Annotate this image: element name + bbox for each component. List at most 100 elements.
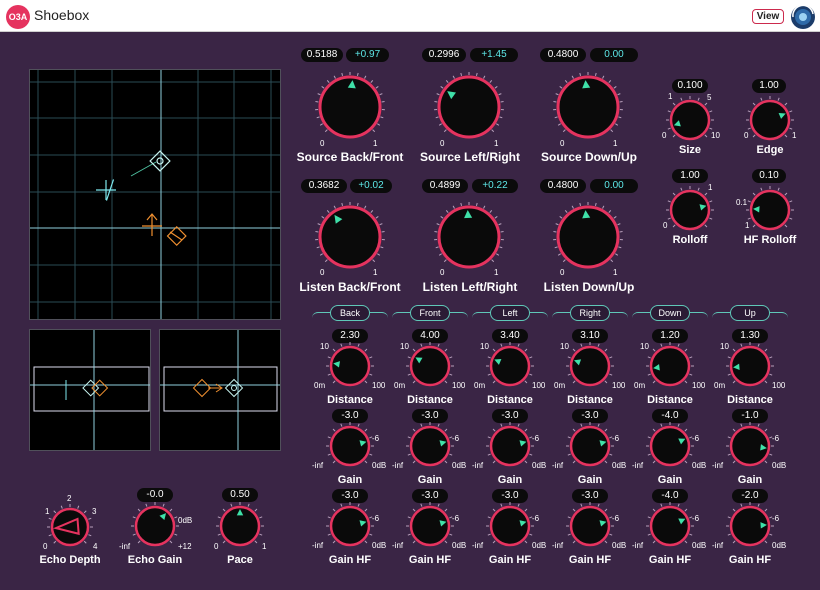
gain-knob-up[interactable] [724,420,776,477]
hf-rolloff-value[interactable]: 0.10 [752,169,786,183]
gain-knob-left[interactable] [484,420,536,477]
distance-tick-100-up: 100 [772,381,786,390]
gain-tick-6-front: -6 [452,434,460,443]
gain-hf-label-front: Gain HF [408,554,452,566]
distance-tick-10-up: 10 [720,342,729,351]
gain-tick-0db-front: 0dB [452,461,467,470]
listen-down-up-offset[interactable]: 0.00 [590,179,638,193]
front-view-panel[interactable] [159,329,281,451]
distance-tick-100-down: 100 [692,381,706,390]
source-back-front-min: 0 [320,139,325,148]
distance-knob-left[interactable] [484,340,536,397]
pace-tick-0: 0 [214,542,219,551]
gain-tick-inf-right: -inf [552,461,564,470]
distance-tick-100-front: 100 [452,381,466,390]
gain-label-back: Gain [337,474,363,486]
distance-knob-back[interactable] [324,340,376,397]
swirl-logo-icon [791,4,815,29]
distance-tick-10-back: 10 [320,342,329,351]
gain-hf-tick-0db-back: 0dB [372,541,387,550]
gain-knob-down[interactable] [644,420,696,477]
distance-knob-front[interactable] [404,340,456,397]
echo-depth-knob[interactable] [45,502,95,557]
source-down-up-knob[interactable] [551,70,625,149]
band-button-left[interactable]: Left [490,305,530,321]
listen-left-right-value[interactable]: 0.4899 [422,179,468,193]
gain-tick-inf-down: -inf [632,461,644,470]
gain-knob-front[interactable] [404,420,456,477]
gain-hf-tick-inf-down: -inf [632,541,644,550]
echo-depth-label: Echo Depth [39,554,101,566]
gain-label-left: Gain [497,474,523,486]
rolloff-tick-0: 0 [663,221,668,230]
source-down-up-value[interactable]: 0.4800 [540,48,586,62]
source-back-front-offset[interactable]: +0.97 [346,48,389,62]
band-button-front[interactable]: Front [410,305,450,321]
pace-knob[interactable] [214,500,266,557]
rolloff-value[interactable]: 1.00 [672,169,708,183]
echo-gain-tick-12: +12 [178,542,192,551]
gain-hf-knob-right[interactable] [564,500,616,557]
gain-hf-knob-back[interactable] [324,500,376,557]
gain-hf-label-left: Gain HF [488,554,532,566]
distance-label-right: Distance [567,394,613,406]
distance-label-up: Distance [727,394,773,406]
source-down-up-offset[interactable]: 0.00 [590,48,638,62]
view-button[interactable]: View [752,9,784,24]
listen-back-front-value[interactable]: 0.3682 [301,179,347,193]
top-view-panel[interactable] [29,69,281,320]
distance-label-back: Distance [327,394,373,406]
echo-gain-tick-0db: 0dB [178,516,193,525]
gain-hf-tick-6-back: -6 [372,514,380,523]
distance-knob-right[interactable] [564,340,616,397]
listen-down-up-value[interactable]: 0.4800 [540,179,586,193]
gain-hf-knob-front[interactable] [404,500,456,557]
echo-depth-tick-2: 2 [67,494,72,503]
edge-label: Edge [756,144,784,156]
side-view-drawing [30,330,150,450]
gain-tick-0db-back: 0dB [372,461,387,470]
size-tick-10: 10 [711,131,720,140]
source-left-right-knob[interactable] [432,70,506,149]
listen-left-right-label: Listen Left/Right [422,280,518,294]
band-button-back[interactable]: Back [330,305,370,321]
gain-knob-back[interactable] [324,420,376,477]
size-knob[interactable] [664,94,716,151]
listen-left-right-offset[interactable]: +0.22 [472,179,518,193]
source-diamond-cyan [149,150,171,172]
source-left-right-offset[interactable]: +1.45 [470,48,518,62]
edge-value[interactable]: 1.00 [752,79,786,93]
gain-tick-inf-front: -inf [392,461,404,470]
distance-tick-0m-back: 0m [314,381,326,390]
side-view-panel[interactable] [29,329,151,451]
source-left-right-value[interactable]: 0.2996 [422,48,466,62]
hf-rolloff-knob[interactable] [744,184,796,241]
gain-hf-tick-6-up: -6 [772,514,780,523]
rolloff-knob[interactable] [664,184,716,241]
band-button-right[interactable]: Right [570,305,610,321]
distance-knob-down[interactable] [644,340,696,397]
band-button-up[interactable]: Up [730,305,770,321]
size-value[interactable]: 0.100 [672,79,708,93]
band-button-down[interactable]: Down [650,305,690,321]
gain-hf-knob-up[interactable] [724,500,776,557]
distance-label-front: Distance [407,394,453,406]
edge-knob[interactable] [744,94,796,151]
echo-gain-knob[interactable] [129,500,181,557]
distance-knob-up[interactable] [724,340,776,397]
distance-tick-100-right: 100 [612,381,626,390]
gain-hf-label-back: Gain HF [328,554,372,566]
gain-hf-tick-inf-back: -inf [312,541,324,550]
source-back-front-knob[interactable] [313,70,387,149]
source-back-front-value[interactable]: 0.5188 [301,48,343,62]
gain-hf-knob-down[interactable] [644,500,696,557]
gain-hf-knob-left[interactable] [484,500,536,557]
listen-back-front-offset[interactable]: +0.02 [350,179,392,193]
gain-hf-label-up: Gain HF [728,554,772,566]
edge-tick-0: 0 [744,131,749,140]
distance-tick-100-left: 100 [532,381,546,390]
distance-tick-10-left: 10 [480,342,489,351]
rolloff-tick-1: 1 [708,183,713,192]
gain-knob-right[interactable] [564,420,616,477]
listen-down-up-min: 0 [560,268,565,277]
